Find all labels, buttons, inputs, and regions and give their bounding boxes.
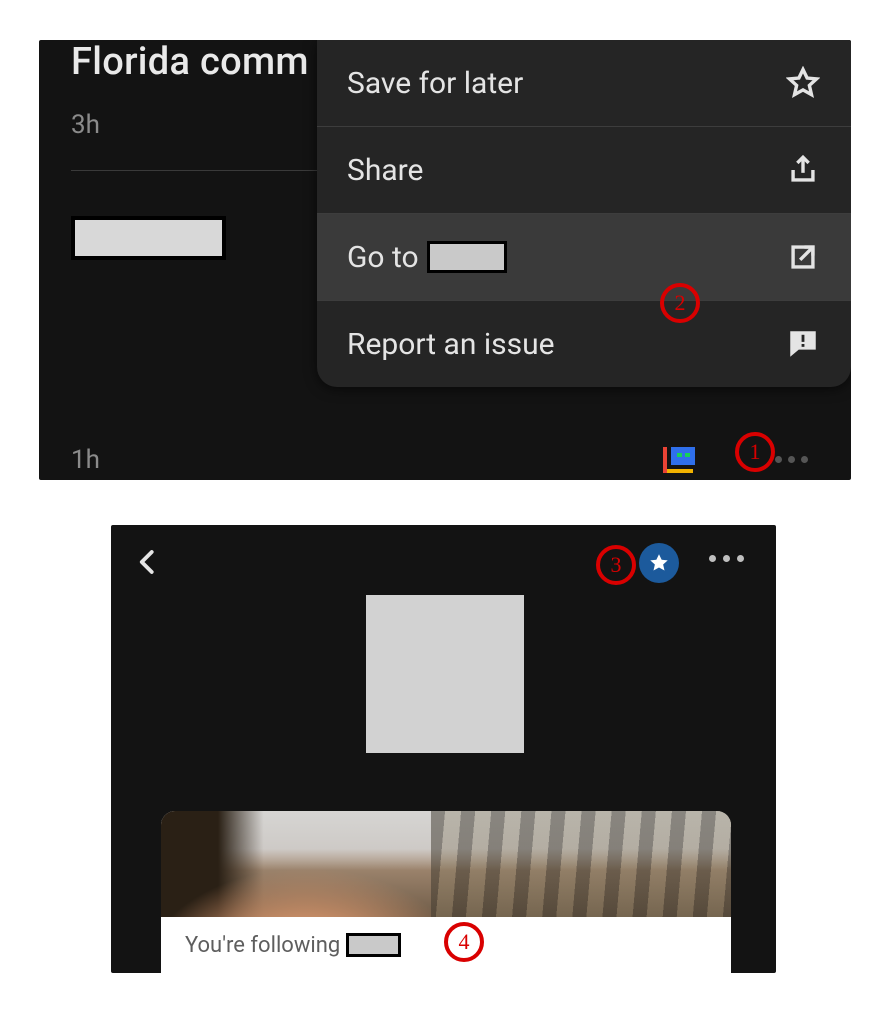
menu-item-label: Report an issue	[347, 327, 555, 362]
screenshot-bottom: You're following	[111, 525, 776, 973]
menu-item-label: Save for later	[347, 66, 523, 101]
menu-item-label: Share	[347, 153, 423, 188]
redacted-source-logo	[71, 216, 226, 260]
article-hero-image	[161, 811, 731, 919]
article-time-top: 3h	[71, 110, 100, 140]
annotation-circle-1: 1	[735, 432, 775, 472]
screenshot-top: Florida comm 3h 1h Save for later Share	[39, 40, 851, 480]
menu-share[interactable]: Share	[317, 126, 851, 213]
menu-go-to-source[interactable]: Go to	[317, 213, 851, 300]
back-button[interactable]	[133, 547, 163, 581]
menu-item-label: Go to	[347, 240, 419, 275]
menu-save-for-later[interactable]: Save for later	[317, 40, 851, 126]
annotation-circle-4: 4	[444, 922, 484, 962]
annotation-circle-3: 3	[596, 545, 636, 585]
open-external-icon	[785, 239, 821, 275]
follow-star-button[interactable]	[639, 543, 679, 583]
overflow-menu-button[interactable]	[709, 555, 744, 562]
article-headline: Florida comm	[71, 40, 309, 84]
google-news-icon	[663, 443, 697, 473]
annotation-circle-2: 2	[660, 283, 700, 323]
overflow-menu-button[interactable]	[775, 456, 808, 463]
context-menu: Save for later Share Go to	[317, 40, 851, 387]
redacted-source-name	[427, 241, 507, 273]
following-text: You're following	[185, 933, 340, 958]
report-issue-icon	[785, 326, 821, 362]
menu-report-issue[interactable]: Report an issue	[317, 300, 851, 387]
source-logo-placeholder	[366, 595, 524, 753]
redacted-source-name	[346, 933, 401, 957]
article-time-bottom: 1h	[71, 445, 100, 475]
share-icon	[785, 152, 821, 188]
star-outline-icon	[785, 65, 821, 101]
